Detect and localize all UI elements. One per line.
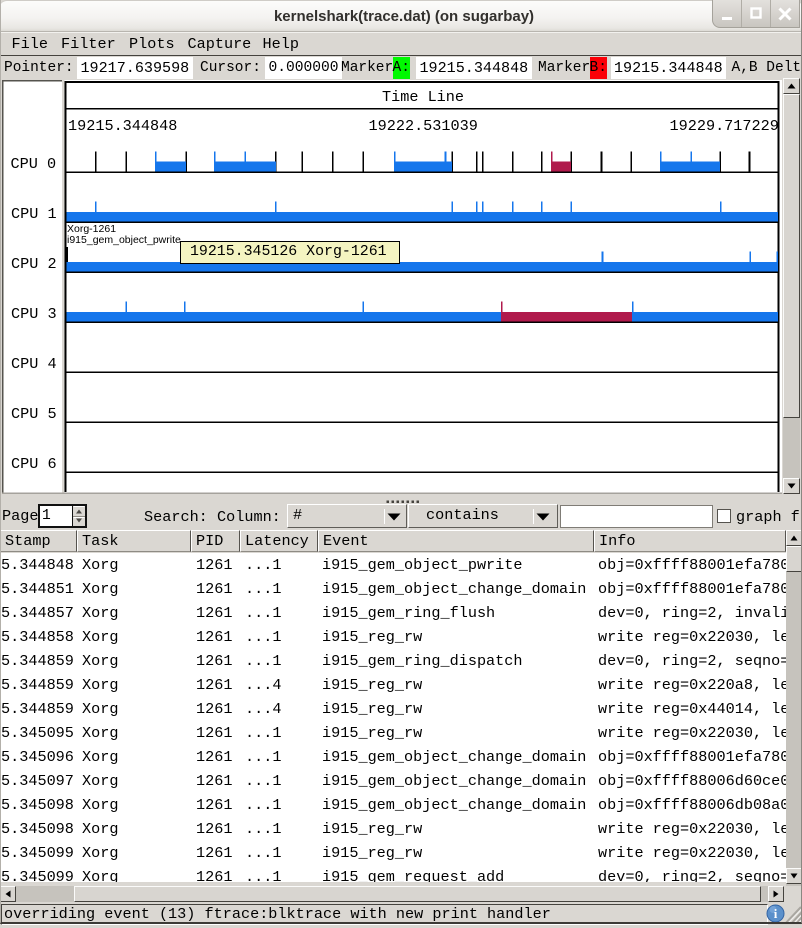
svg-text:19229.717229: 19229.717229 <box>670 117 779 135</box>
svg-text:CPU 5: CPU 5 <box>11 405 57 423</box>
svg-text:CPU 0: CPU 0 <box>11 155 57 173</box>
svg-text:19222.531039: 19222.531039 <box>369 117 478 135</box>
svg-text:CPU 1: CPU 1 <box>11 205 57 223</box>
svg-text:CPU 2: CPU 2 <box>11 255 57 273</box>
svg-text:CPU 3: CPU 3 <box>11 305 57 323</box>
svg-text:CPU 6: CPU 6 <box>11 455 57 473</box>
svg-text:i: i <box>774 906 778 921</box>
svg-text:19215.344848: 19215.344848 <box>68 117 177 135</box>
svg-text:CPU 4: CPU 4 <box>11 355 57 373</box>
svg-text:Time Line: Time Line <box>382 88 464 106</box>
